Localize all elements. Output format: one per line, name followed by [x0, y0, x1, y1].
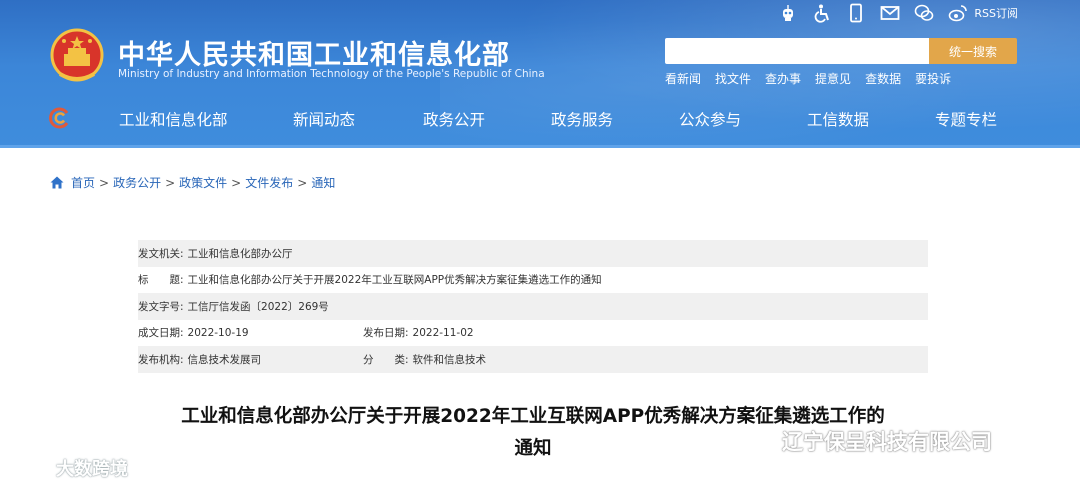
meta-row-doc-number: 发文字号: 工信厅信发函〔2022〕269号 [138, 293, 928, 320]
weibo-icon[interactable] [948, 3, 968, 23]
nav-item-news[interactable]: 新闻动态 [293, 108, 355, 130]
wechat-icon[interactable] [914, 3, 934, 23]
meta-value-issuer: 工业和信息化部办公厅 [187, 247, 293, 260]
meta-value-created-date: 2022-10-19 [187, 326, 249, 339]
main-nav: 工业和信息化部 新闻动态 政务公开 政务服务 公众参与 工信数据 专题专栏 [0, 96, 1080, 142]
meta-row-agency: 发布机构: 信息技术发展司 分 类: 软件和信息技术 [138, 346, 928, 373]
quick-links: 看新闻 找文件 查办事 提意见 查数据 要投诉 [665, 70, 951, 87]
mobile-icon[interactable] [846, 3, 866, 23]
watermark-right-text: 辽宁保呈科技有限公司 [782, 430, 992, 454]
breadcrumb-gov-affairs[interactable]: 政务公开 [113, 174, 161, 191]
search-button[interactable]: 统一搜索 [929, 38, 1017, 64]
breadcrumb-separator: > [99, 175, 110, 190]
meta-value-category: 软件和信息技术 [412, 353, 487, 366]
meta-label-created-date: 成文日期: [138, 327, 184, 340]
meta-value-published-date: 2022-11-02 [412, 326, 474, 339]
meta-value-title: 工业和信息化部办公厅关于开展2022年工业互联网APP优秀解决方案征集遴选工作的… [187, 274, 602, 287]
document-meta-table: 发文机关: 工业和信息化部办公厅 标 题: 工业和信息化部办公厅关于开展2022… [138, 240, 928, 373]
meta-value-agency: 信息技术发展司 [187, 353, 262, 366]
quick-link-news[interactable]: 看新闻 [665, 70, 701, 87]
meta-label-agency: 发布机构: [138, 353, 184, 366]
breadcrumb-notice[interactable]: 通知 [311, 174, 335, 191]
quick-link-services[interactable]: 查办事 [765, 70, 801, 87]
robot-icon[interactable] [778, 3, 798, 23]
breadcrumb-separator: > [165, 175, 176, 190]
accessibility-icon[interactable] [812, 3, 832, 23]
breadcrumb-policy-docs[interactable]: 政策文件 [179, 174, 227, 191]
watermark-right: 辽宁保呈科技有限公司 [738, 425, 992, 457]
quick-link-complaint[interactable]: 要投诉 [915, 70, 951, 87]
watermark-left: 大数跨境 [8, 455, 128, 481]
wechat-watermark-icon [739, 426, 775, 455]
search-input[interactable] [665, 38, 929, 64]
meta-label-published-date: 发布日期: [363, 327, 409, 340]
site-title: 中华人民共和国工业和信息化部 [118, 40, 510, 71]
breadcrumb-separator: > [231, 175, 242, 190]
meta-label-category: 分 类: [363, 353, 409, 366]
header-divider [0, 145, 1080, 148]
quick-link-feedback[interactable]: 提意见 [815, 70, 851, 87]
nav-item-gov-services[interactable]: 政务服务 [551, 108, 613, 130]
mail-icon[interactable] [880, 3, 900, 23]
quick-link-data[interactable]: 查数据 [865, 70, 901, 87]
quick-link-files[interactable]: 找文件 [715, 70, 751, 87]
breadcrumb-file-release[interactable]: 文件发布 [245, 174, 293, 191]
meta-row-dates: 成文日期: 2022-10-19 发布日期: 2022-11-02 [138, 320, 928, 347]
site-subtitle: Ministry of Industry and Information Tec… [118, 68, 545, 80]
rss-subscribe-link[interactable]: RSS订阅 [974, 5, 1018, 21]
meta-row-issuer: 发文机关: 工业和信息化部办公厅 [138, 240, 928, 267]
nav-item-special-topics[interactable]: 专题专栏 [935, 108, 997, 130]
meta-label-doc-number: 发文字号: [138, 300, 184, 313]
breadcrumb-home[interactable]: 首页 [71, 174, 95, 191]
nav-item-public-participation[interactable]: 公众参与 [679, 108, 741, 130]
top-utility-icons: RSS订阅 [778, 2, 1018, 24]
nav-item-ministry[interactable]: 工业和信息化部 [119, 108, 228, 130]
meta-value-doc-number: 工信厅信发函〔2022〕269号 [187, 300, 329, 313]
site-header: 中华人民共和国工业和信息化部 Ministry of Industry and … [0, 0, 1080, 148]
breadcrumb: 首页 > 政务公开 > 政策文件 > 文件发布 > 通知 [50, 174, 335, 191]
meta-label-issuer: 发文机关: [138, 247, 184, 260]
site-logo-icon[interactable] [48, 106, 72, 130]
watermark-logo-icon [10, 458, 51, 477]
meta-label-title: 标 题: [138, 274, 184, 287]
nav-item-data[interactable]: 工信数据 [807, 108, 869, 130]
watermark-left-text: 大数跨境 [56, 459, 128, 480]
meta-row-title: 标 题: 工业和信息化部办公厅关于开展2022年工业互联网APP优秀解决方案征集… [138, 267, 928, 294]
nav-item-gov-affairs[interactable]: 政务公开 [423, 108, 485, 130]
national-emblem-icon [50, 28, 104, 82]
breadcrumb-separator: > [297, 175, 308, 190]
home-icon[interactable] [50, 176, 64, 189]
